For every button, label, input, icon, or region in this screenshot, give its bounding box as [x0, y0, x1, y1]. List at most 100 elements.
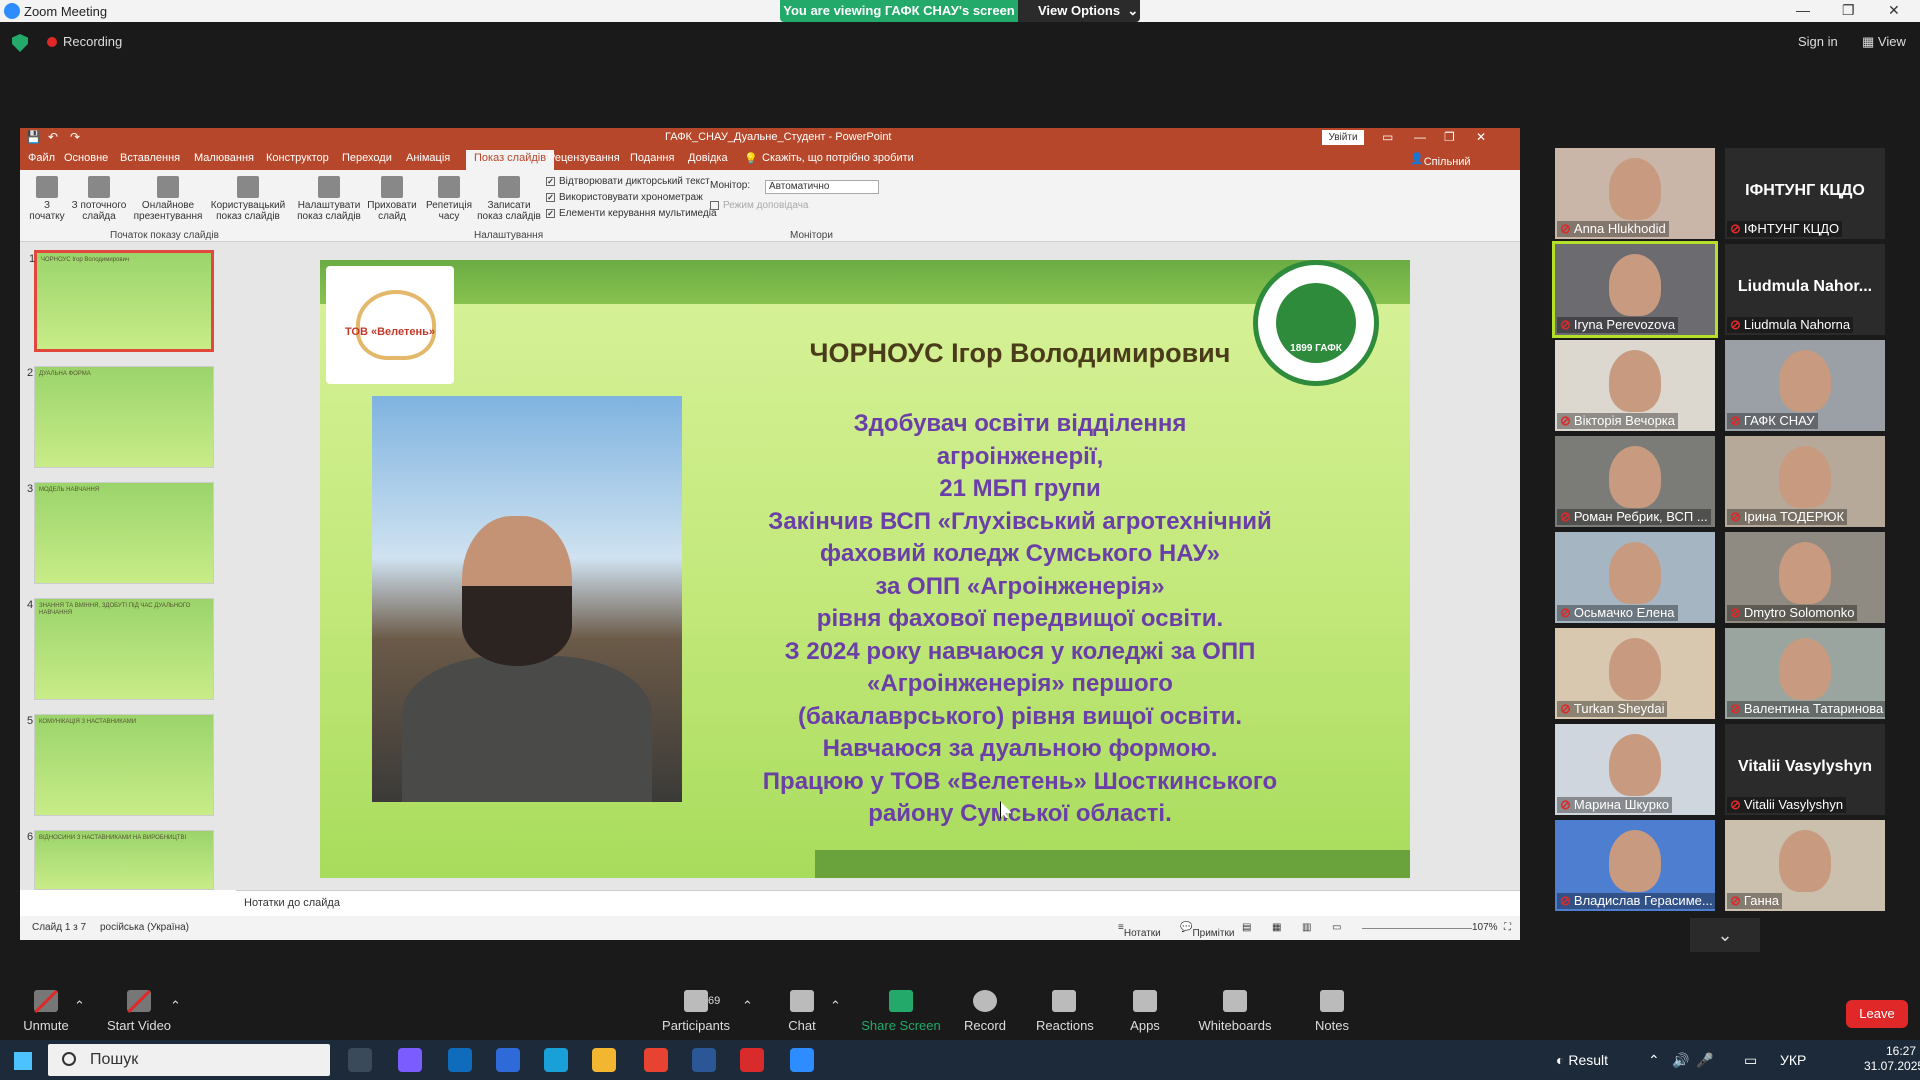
- outlook-icon[interactable]: [448, 1048, 472, 1072]
- share-button[interactable]: 👤 Спільний доступ: [1410, 152, 1471, 180]
- zoom-taskbar-icon[interactable]: [790, 1048, 814, 1072]
- speaker-icon[interactable]: 🔊: [1672, 1052, 1689, 1069]
- fit-slide-icon[interactable]: ⛶: [1504, 922, 1511, 933]
- from-start-button[interactable]: З початку: [26, 176, 68, 222]
- ppt-close-icon[interactable]: ✕: [1476, 130, 1486, 144]
- tab-review[interactable]: Рецензування: [548, 152, 620, 164]
- result-widget[interactable]: ◐ Result: [1556, 1052, 1608, 1068]
- chrome-icon[interactable]: [644, 1048, 668, 1072]
- notes-button[interactable]: Notes: [1314, 970, 1350, 1033]
- rehearse-button[interactable]: Репетиція часу: [424, 176, 474, 222]
- tab-home[interactable]: Основне: [64, 152, 108, 164]
- audio-options-chevron-icon[interactable]: ⌃: [74, 998, 85, 1014]
- tab-view[interactable]: Подання: [630, 152, 674, 164]
- windows-start-icon[interactable]: [14, 1052, 32, 1070]
- comments-toggle[interactable]: 💬 Примітки: [1180, 922, 1234, 939]
- tray-expand-icon[interactable]: ⌃: [1648, 1052, 1660, 1069]
- thumbnail-1[interactable]: 1 ЧОРНОУС Ігор Володимирович: [29, 250, 214, 352]
- task-view-icon[interactable]: [348, 1048, 372, 1072]
- chk-timings[interactable]: ✓ Використовувати хронометраж: [546, 192, 703, 203]
- slideshow-view-icon[interactable]: ▭: [1332, 922, 1341, 933]
- notes-pane[interactable]: Нотатки до слайда: [236, 890, 1520, 916]
- wps-icon[interactable]: [740, 1048, 764, 1072]
- ppt-maximize-icon[interactable]: ❐: [1444, 130, 1455, 144]
- chat-chevron-icon[interactable]: ⌃: [830, 998, 841, 1014]
- participant-tile[interactable]: ⊘ Владислав Герасиме...: [1555, 820, 1715, 911]
- participants-button[interactable]: Participants: [656, 970, 736, 1033]
- apps-button[interactable]: Apps: [1128, 970, 1162, 1033]
- restore-icon[interactable]: ❐: [1842, 2, 1855, 19]
- participant-tile[interactable]: ⊘ Марина Шкурко: [1555, 724, 1715, 815]
- video-options-chevron-icon[interactable]: ⌃: [170, 998, 181, 1014]
- chat-button[interactable]: Chat: [778, 970, 826, 1033]
- participant-tile[interactable]: ⊘ Iryna Perevozova: [1552, 241, 1718, 338]
- close-icon[interactable]: ✕: [1888, 2, 1900, 19]
- gallery-next-page-icon[interactable]: ⌄: [1690, 918, 1760, 952]
- normal-view-icon[interactable]: ▤: [1242, 922, 1251, 933]
- view-button[interactable]: ▦ View: [1862, 34, 1906, 50]
- zoom-level[interactable]: 107%: [1472, 922, 1498, 933]
- tab-transitions[interactable]: Переходи: [342, 152, 392, 164]
- copilot-icon[interactable]: [398, 1048, 422, 1072]
- file-explorer-icon[interactable]: [592, 1048, 616, 1072]
- participant-tile[interactable]: ⊘ Dmytro Solomonko: [1725, 532, 1885, 623]
- participant-tile[interactable]: ⊘ Ірина ТОДЕРЮК: [1725, 436, 1885, 527]
- custom-show-button[interactable]: Користувацький показ слайдів: [208, 176, 288, 222]
- thumbnail-5[interactable]: 5 КОМУНІКАЦІЯ З НАСТАВНИКАМИ: [27, 714, 214, 816]
- word-icon[interactable]: [692, 1048, 716, 1072]
- tab-animations[interactable]: Анімація: [406, 152, 450, 164]
- participant-tile[interactable]: ⊘ Anna Hlukhodid: [1555, 148, 1715, 239]
- mic-tray-icon[interactable]: 🎤: [1696, 1052, 1713, 1069]
- ribbon-display-icon[interactable]: ▭: [1382, 130, 1393, 144]
- tab-insert[interactable]: Вставлення: [120, 152, 180, 164]
- online-present-button[interactable]: Онлайнове презентування: [132, 176, 204, 222]
- notes-toggle[interactable]: ≡ Нотатки: [1118, 922, 1161, 939]
- redo-icon[interactable]: ↷: [70, 130, 80, 144]
- tab-file[interactable]: Файл: [28, 152, 55, 164]
- chk-narration[interactable]: ✓ Відтворювати дикторський текст: [546, 176, 710, 187]
- from-current-button[interactable]: З поточного слайда: [70, 176, 128, 222]
- participant-tile[interactable]: Vitalii Vasylyshyn ⊘ Vitalii Vasylyshyn: [1725, 724, 1885, 815]
- participant-tile[interactable]: ⊘ Валентина Татаринова: [1725, 628, 1885, 719]
- participant-tile[interactable]: ІФНТУНГ КЦДО ⊘ ІФНТУНГ КЦДО: [1725, 148, 1885, 239]
- tab-slideshow[interactable]: Показ слайдів: [466, 150, 555, 170]
- sorter-view-icon[interactable]: ▦: [1272, 922, 1281, 933]
- thumbnail-6[interactable]: 6 ВІДНОСИНИ З НАСТАВНИКАМИ НА ВИРОБНИЦТВІ: [27, 830, 214, 890]
- sign-in-button[interactable]: Sign in: [1798, 34, 1838, 49]
- record-show-button[interactable]: Записати показ слайдів: [476, 176, 542, 222]
- hide-slide-button[interactable]: Приховати слайд: [366, 176, 418, 222]
- participant-tile[interactable]: ⊘ ГАФК СНАУ: [1725, 340, 1885, 431]
- leave-button[interactable]: Leave: [1846, 1000, 1908, 1028]
- taskbar-search[interactable]: Пошук: [48, 1044, 330, 1076]
- unmute-button[interactable]: Unmute: [20, 970, 72, 1033]
- view-options-button[interactable]: View Options ⌄: [1018, 0, 1140, 22]
- participant-tile[interactable]: ⊘ Ганна: [1725, 820, 1885, 911]
- security-shield-icon[interactable]: [12, 34, 28, 52]
- setup-show-button[interactable]: Налаштувати показ слайдів: [296, 176, 362, 222]
- taskbar-clock[interactable]: 16:27 31.07.2025: [1864, 1044, 1920, 1074]
- tab-help[interactable]: Довідка: [688, 152, 728, 164]
- thumbnail-3[interactable]: 3 МОДЕЛЬ НАВЧАННЯ: [27, 482, 214, 584]
- monitor-select[interactable]: Автоматично: [765, 180, 879, 194]
- edge-icon[interactable]: [544, 1048, 568, 1072]
- language-status[interactable]: російська (Україна): [100, 922, 189, 933]
- whiteboards-button[interactable]: Whiteboards: [1198, 970, 1272, 1033]
- language-indicator[interactable]: УКР: [1780, 1052, 1806, 1068]
- save-icon[interactable]: 💾: [26, 130, 41, 144]
- minimize-icon[interactable]: —: [1796, 2, 1810, 18]
- store-icon[interactable]: [496, 1048, 520, 1072]
- network-icon[interactable]: ▭: [1744, 1052, 1757, 1069]
- participant-tile[interactable]: ⊘ Осьмачко Елена: [1555, 532, 1715, 623]
- record-button[interactable]: Record: [960, 970, 1010, 1033]
- ppt-minimize-icon[interactable]: —: [1414, 130, 1426, 144]
- share-screen-button[interactable]: Share Screen: [858, 970, 944, 1033]
- participant-tile[interactable]: Liudmula Nahor... ⊘ Liudmula Nahorna: [1725, 244, 1885, 335]
- participant-tile[interactable]: ⊘ Turkan Sheydai: [1555, 628, 1715, 719]
- zoom-slider[interactable]: [1362, 928, 1472, 929]
- reactions-button[interactable]: Reactions: [1036, 970, 1094, 1033]
- tell-me-search[interactable]: Скажіть, що потрібно зробити: [762, 152, 914, 164]
- ppt-sign-in-button[interactable]: Увійти: [1322, 130, 1364, 145]
- thumbnail-4[interactable]: 4 ЗНАННЯ ТА ВМІННЯ, ЗДОБУТІ ПІД ЧАС ДУАЛЬ…: [27, 598, 214, 700]
- tab-draw[interactable]: Малювання: [194, 152, 254, 164]
- participant-tile[interactable]: ⊘ Вікторія Вечорка: [1555, 340, 1715, 431]
